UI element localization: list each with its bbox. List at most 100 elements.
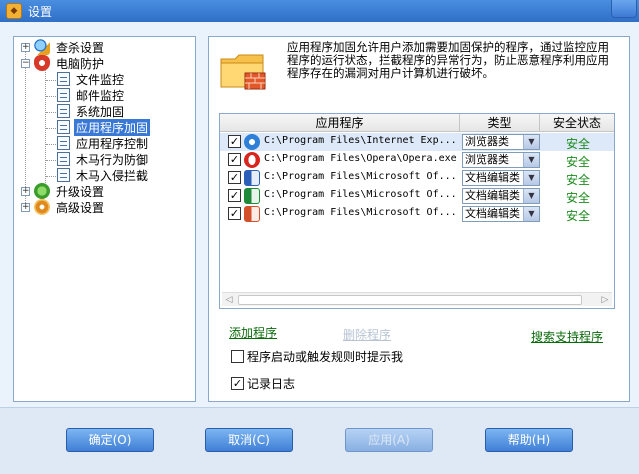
type-select[interactable]: 文档编辑类 ▼	[462, 206, 540, 222]
chevron-down-icon[interactable]: ▼	[523, 171, 539, 185]
status-text: 安全	[565, 191, 590, 205]
table-row[interactable]: ✓ C:\Program Files\Microsoft Of... 文档编辑类…	[220, 169, 614, 187]
settings-panel: 应用程序加固允许用户添加需要加固保护的程序，通过监控应用程序的运行状态，拦截程序…	[208, 36, 630, 402]
chevron-down-icon[interactable]: ▼	[523, 135, 539, 149]
apply-button[interactable]: 应用(A)	[345, 428, 433, 452]
tree-label: 文件监控	[76, 72, 125, 87]
column-header-application[interactable]: 应用程序	[220, 114, 460, 132]
tree-label: 系统加固	[76, 104, 125, 119]
content-area: + 查杀设置 − 电脑防护 文件监控 邮件监控 系统加固 应用程序加固 应用程序…	[0, 22, 639, 407]
powerpoint-icon	[244, 206, 260, 222]
tree-item-app-control[interactable]: 应用程序控制	[57, 135, 150, 151]
table-row[interactable]: ✓ C:\Program Files\Opera\Opera.exe 浏览器类 ▼…	[220, 151, 614, 169]
table-row[interactable]: ✓ C:\Program Files\Internet Exp... 浏览器类 ▼…	[220, 133, 614, 151]
gear-icon	[34, 199, 50, 215]
window-title: 设置	[28, 4, 53, 19]
remove-program-link[interactable]: 删除程序	[343, 326, 391, 343]
add-program-link[interactable]: 添加程序	[229, 324, 277, 341]
chevron-down-icon[interactable]: ▼	[523, 189, 539, 203]
cancel-button[interactable]: 取消(C)	[205, 428, 293, 452]
opera-icon	[244, 152, 260, 168]
table-row[interactable]: ✓ C:\Program Files\Microsoft Of... 文档编辑类…	[220, 187, 614, 205]
expand-icon[interactable]: +	[21, 202, 30, 212]
tree-item-trojan-block[interactable]: 木马入侵拦截	[57, 167, 150, 183]
row-checkbox[interactable]: ✓	[228, 189, 241, 202]
tree-item-protection[interactable]: − 电脑防护	[21, 55, 106, 71]
title-bar: ◆ 设置	[0, 0, 639, 22]
document-icon	[57, 152, 70, 166]
column-header-status[interactable]: 安全状态	[540, 114, 614, 132]
type-select[interactable]: 文档编辑类 ▼	[462, 188, 540, 204]
shield-icon	[34, 55, 50, 71]
document-icon	[57, 136, 70, 150]
chevron-down-icon[interactable]: ▼	[523, 207, 539, 221]
scroll-right-icon[interactable]: ▷	[598, 293, 612, 307]
document-icon	[57, 72, 70, 86]
type-select-value: 浏览器类	[465, 153, 509, 166]
document-icon	[57, 120, 70, 134]
collapse-icon[interactable]: −	[21, 58, 30, 68]
document-icon	[57, 168, 70, 182]
row-checkbox[interactable]: ✓	[228, 207, 241, 220]
column-header-type[interactable]: 类型	[460, 114, 540, 132]
log-checkbox[interactable]: ✓	[231, 377, 244, 390]
tree-label: 高级设置	[56, 200, 105, 215]
help-button[interactable]: 帮助(H)	[485, 428, 573, 452]
app-logo-icon: ◆	[6, 3, 22, 19]
log-option[interactable]: ✓ 记录日志	[231, 375, 295, 392]
tree-label: 应用程序控制	[76, 136, 149, 151]
app-path: C:\Program Files\Microsoft Of...	[264, 171, 457, 182]
notify-label: 程序启动或触发规则时提示我	[247, 350, 404, 364]
chevron-down-icon[interactable]: ▼	[523, 153, 539, 167]
tree-item-file-monitor[interactable]: 文件监控	[57, 71, 126, 87]
tree-item-mail-monitor[interactable]: 邮件监控	[57, 87, 126, 103]
scrollbar-thumb[interactable]	[238, 295, 582, 305]
status-text: 安全	[565, 155, 590, 169]
app-table: 应用程序 类型 安全状态 ✓ C:\Program Files\Internet…	[219, 113, 615, 309]
tree-label: 木马入侵拦截	[76, 168, 149, 183]
folder-firewall-icon	[220, 54, 266, 90]
button-bar: 确定(O) 取消(C) 应用(A) 帮助(H)	[0, 407, 639, 474]
tree-label: 查杀设置	[56, 40, 105, 55]
scroll-left-icon[interactable]: ◁	[222, 293, 236, 307]
table-row[interactable]: ✓ C:\Program Files\Microsoft Of... 文档编辑类…	[220, 205, 614, 223]
app-path: C:\Program Files\Opera\Opera.exe	[264, 153, 457, 164]
status-text: 安全	[565, 209, 590, 223]
close-button[interactable]	[611, 0, 637, 18]
word-icon	[244, 170, 260, 186]
ie-icon	[244, 134, 260, 150]
row-checkbox[interactable]: ✓	[228, 135, 241, 148]
tree-item-system-hardening[interactable]: 系统加固	[57, 103, 126, 119]
tree-item-app-hardening[interactable]: 应用程序加固	[57, 118, 151, 136]
upgrade-icon	[34, 183, 50, 199]
panel-description: 应用程序加固允许用户添加需要加固保护的程序，通过监控应用程序的运行状态，拦截程序…	[287, 40, 609, 80]
log-label: 记录日志	[247, 377, 296, 391]
tree-label: 升级设置	[56, 184, 105, 199]
tree-label-selected: 应用程序加固	[74, 118, 151, 136]
app-path: C:\Program Files\Microsoft Of...	[264, 189, 457, 200]
type-select[interactable]: 浏览器类 ▼	[462, 134, 540, 150]
search-supported-programs-link[interactable]: 搜索支持程序	[531, 328, 603, 345]
excel-icon	[244, 188, 260, 204]
settings-window: ◆ 设置 + 查杀设置 − 电脑防护 文件监控 邮件监控 系统加固 应用程序加固…	[0, 0, 639, 474]
row-checkbox[interactable]: ✓	[228, 153, 241, 166]
type-select[interactable]: 文档编辑类 ▼	[462, 170, 540, 186]
expand-icon[interactable]: +	[21, 42, 30, 52]
document-icon	[57, 104, 70, 118]
tree-item-upgrade[interactable]: + 升级设置	[21, 183, 106, 199]
notify-option[interactable]: 程序启动或触发规则时提示我	[231, 348, 403, 365]
type-select-value: 文档编辑类	[465, 171, 520, 184]
tree-item-advanced[interactable]: + 高级设置	[21, 199, 106, 215]
tree-label: 木马行为防御	[76, 152, 149, 167]
tree-item-trojan-defense[interactable]: 木马行为防御	[57, 151, 150, 167]
tree-label: 电脑防护	[56, 56, 105, 71]
ok-button[interactable]: 确定(O)	[66, 428, 154, 452]
horizontal-scrollbar[interactable]: ◁ ▷	[222, 292, 612, 306]
type-select-value: 浏览器类	[465, 135, 509, 148]
tree-label: 邮件监控	[76, 88, 125, 103]
row-checkbox[interactable]: ✓	[228, 171, 241, 184]
notify-checkbox[interactable]	[231, 350, 244, 363]
type-select[interactable]: 浏览器类 ▼	[462, 152, 540, 168]
expand-icon[interactable]: +	[21, 186, 30, 196]
tree-item-scan[interactable]: + 查杀设置	[21, 39, 106, 55]
